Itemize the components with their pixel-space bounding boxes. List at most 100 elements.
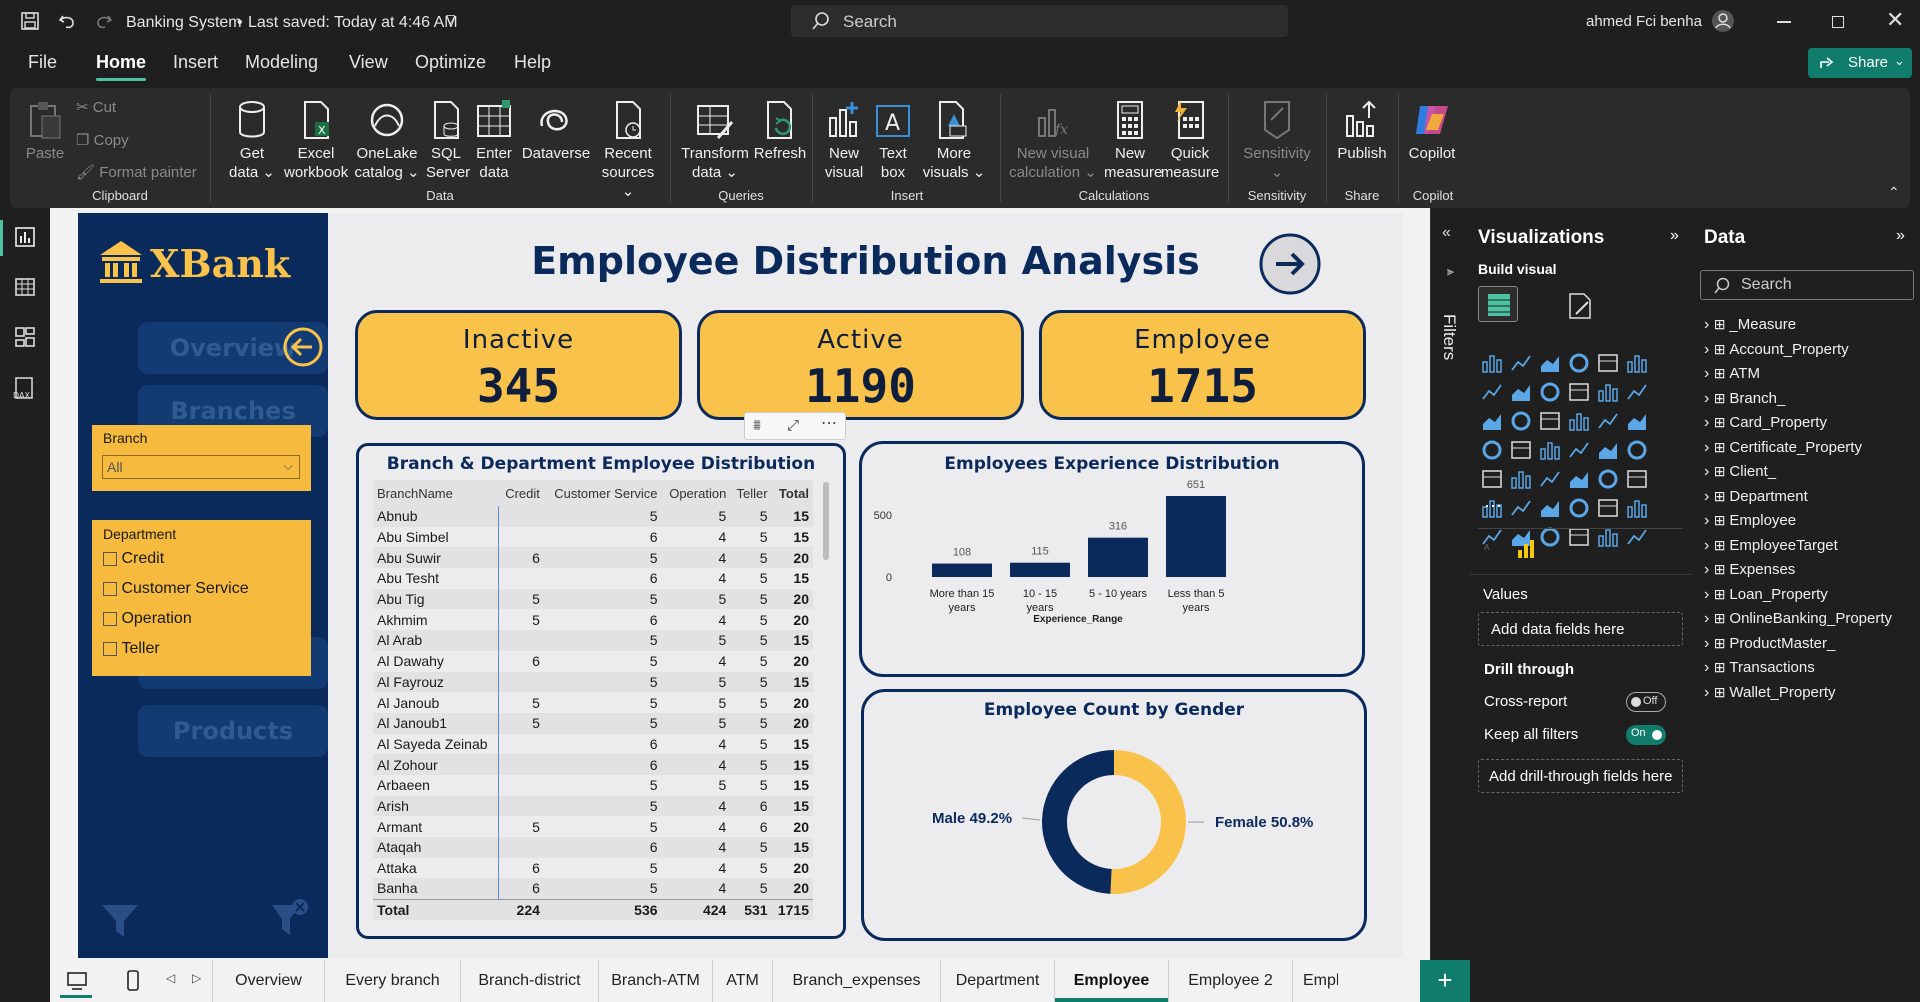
quick-measure-button[interactable]: Quick measure: [1160, 96, 1220, 182]
visual-type-icon[interactable]: [1568, 352, 1590, 374]
data-table-item[interactable]: › ⊞ Employee: [1704, 512, 1796, 530]
refresh-button[interactable]: Refresh: [752, 96, 808, 163]
page-tab[interactable]: Branch-ATM: [598, 960, 712, 1002]
visual-type-icon[interactable]: [1597, 497, 1619, 519]
new-measure-button[interactable]: New measure: [1104, 96, 1162, 182]
build-visual-tab[interactable]: [1478, 286, 1518, 322]
undo-icon[interactable]: [57, 11, 77, 31]
expand-icon[interactable]: «: [1442, 224, 1451, 242]
maximize-icon[interactable]: [1832, 16, 1844, 28]
onelake-button[interactable]: OneLake catalog ⌄: [354, 96, 420, 182]
visual-type-icon[interactable]: [1597, 381, 1619, 403]
donut-slice-male[interactable]: [1042, 750, 1114, 894]
get-data-button[interactable]: Get data ⌄: [224, 96, 280, 182]
visual-type-icon[interactable]: [1539, 526, 1561, 548]
page-tab[interactable]: Branch-district: [460, 960, 598, 1002]
dept-option-customer-service[interactable]: Customer Service: [103, 580, 249, 598]
cut-button[interactable]: ✂ Cut: [76, 98, 116, 117]
table-row[interactable]: Banha 6 5 4 5 20: [373, 878, 813, 900]
new-visual-button[interactable]: New visual: [822, 96, 866, 182]
table-view-icon[interactable]: [14, 276, 36, 298]
next-page-arrow-icon[interactable]: [1258, 232, 1322, 296]
collapse-icon[interactable]: »: [1896, 227, 1905, 245]
visual-type-icon[interactable]: [1510, 381, 1532, 403]
add-page-button[interactable]: +: [1420, 960, 1470, 1002]
dept-option-operation[interactable]: Operation: [103, 610, 192, 628]
new-visual-calculation-button[interactable]: fx New visual calculation ⌄: [1008, 96, 1098, 182]
visual-type-icon[interactable]: [1539, 381, 1561, 403]
back-arrow-icon[interactable]: [282, 326, 324, 368]
table-row[interactable]: Al Janoub 5 5 5 5 20: [373, 692, 813, 713]
table-row[interactable]: Al Fayrouz 5 5 5 15: [373, 671, 813, 693]
visual-type-icon[interactable]: [1597, 352, 1619, 374]
visual-type-icon[interactable]: [1626, 352, 1648, 374]
visual-type-icon[interactable]: [1597, 410, 1619, 432]
drill-through-drop-zone[interactable]: Add drill-through fields here: [1478, 759, 1683, 793]
visual-type-icon[interactable]: [1568, 439, 1590, 461]
visual-type-icon[interactable]: [1568, 526, 1590, 548]
page-tab[interactable]: ATM: [712, 960, 772, 1002]
keep-filters-toggle[interactable]: On: [1626, 725, 1666, 745]
more-visuals-icon[interactable]: ⋯: [1484, 496, 1502, 517]
data-table-item[interactable]: › ⊞ Branch_: [1704, 390, 1785, 408]
tabs-scroll-right-icon[interactable]: ▷: [192, 971, 201, 985]
redo-icon[interactable]: [94, 11, 114, 31]
filter-icon[interactable]: ⩩: [753, 417, 761, 434]
data-table-item[interactable]: › ⊞ Certificate_Property: [1704, 439, 1862, 457]
data-table-item[interactable]: › ⊞ Transactions: [1704, 659, 1815, 677]
data-table-item[interactable]: › ⊞ Account_Property: [1704, 341, 1849, 359]
visual-type-icon[interactable]: [1597, 439, 1619, 461]
visual-type-icon[interactable]: [1481, 352, 1503, 374]
table-row[interactable]: Al Dawahy 6 5 4 5 20: [373, 650, 813, 672]
data-table-item[interactable]: › ⊞ OnlineBanking_Property: [1704, 610, 1892, 628]
table-row[interactable]: Arish 5 4 6 15: [373, 795, 813, 817]
transform-data-button[interactable]: Transform data ⌄: [678, 96, 752, 182]
visual-type-icon[interactable]: [1481, 468, 1503, 490]
dept-option-credit[interactable]: Credit: [103, 550, 164, 568]
visual-type-icon[interactable]: [1597, 526, 1619, 548]
search-box[interactable]: Search: [791, 5, 1288, 37]
menu-insert[interactable]: Insert: [173, 52, 218, 73]
table-row[interactable]: Abnub 5 5 5 15: [373, 506, 813, 527]
share-button[interactable]: Share ⌄: [1808, 48, 1912, 78]
menu-modeling[interactable]: Modeling: [245, 52, 318, 73]
sensitivity-button[interactable]: Sensitivity ⌄: [1236, 96, 1318, 182]
visual-type-icon[interactable]: [1510, 410, 1532, 432]
table-row[interactable]: Armant 5 5 4 6 20: [373, 816, 813, 837]
visual-type-icon[interactable]: [1626, 468, 1648, 490]
page-tab[interactable]: Employee: [1054, 960, 1168, 1002]
table-row[interactable]: Abu Simbel 6 4 5 15: [373, 526, 813, 548]
matrix-scrollbar[interactable]: [823, 482, 829, 560]
bar[interactable]: [1088, 537, 1148, 577]
bar[interactable]: [1010, 562, 1070, 577]
text-box-button[interactable]: A Text box: [872, 96, 914, 182]
visual-type-icon[interactable]: [1568, 468, 1590, 490]
page-tab[interactable]: Empl: [1292, 960, 1338, 1002]
visual-type-icon[interactable]: [1510, 497, 1532, 519]
bar[interactable]: [932, 563, 992, 577]
enter-data-button[interactable]: Enter data: [470, 96, 518, 182]
visual-type-icon[interactable]: [1597, 468, 1619, 490]
matrix-header-4[interactable]: Teller: [730, 480, 772, 506]
donut-slice-female[interactable]: [1110, 750, 1187, 894]
menu-view[interactable]: View: [349, 52, 388, 73]
bar-visual-icon[interactable]: [1516, 538, 1538, 560]
menu-optimize[interactable]: Optimize: [415, 52, 486, 73]
visual-type-icon[interactable]: [1481, 439, 1503, 461]
visual-type-icon[interactable]: [1568, 381, 1590, 403]
checkbox[interactable]: [103, 582, 117, 596]
checkbox[interactable]: [103, 552, 117, 566]
collapse-ribbon-icon[interactable]: ⌃: [1888, 184, 1900, 201]
page-tab[interactable]: Branch_expenses: [772, 960, 940, 1002]
table-row[interactable]: Arbaeen 5 5 5 15: [373, 774, 813, 796]
table-row[interactable]: Abu Tesht 6 4 5 15: [373, 568, 813, 589]
table-row[interactable]: Al Janoub1 5 5 5 5 20: [373, 712, 813, 734]
data-table-item[interactable]: › ⊞ Loan_Property: [1704, 586, 1828, 604]
filters-pane-collapsed[interactable]: « ⫸ Filters: [1430, 208, 1470, 1002]
ai-visual-icon[interactable]: ᴬ: [1484, 542, 1489, 556]
branch-dropdown[interactable]: All ⌵: [102, 455, 300, 479]
page-tab[interactable]: Every branch: [324, 960, 460, 1002]
format-visual-icon[interactable]: [1566, 292, 1594, 320]
recent-sources-button[interactable]: Recent sources ⌄: [596, 96, 660, 201]
dept-option-teller[interactable]: Teller: [103, 640, 160, 658]
